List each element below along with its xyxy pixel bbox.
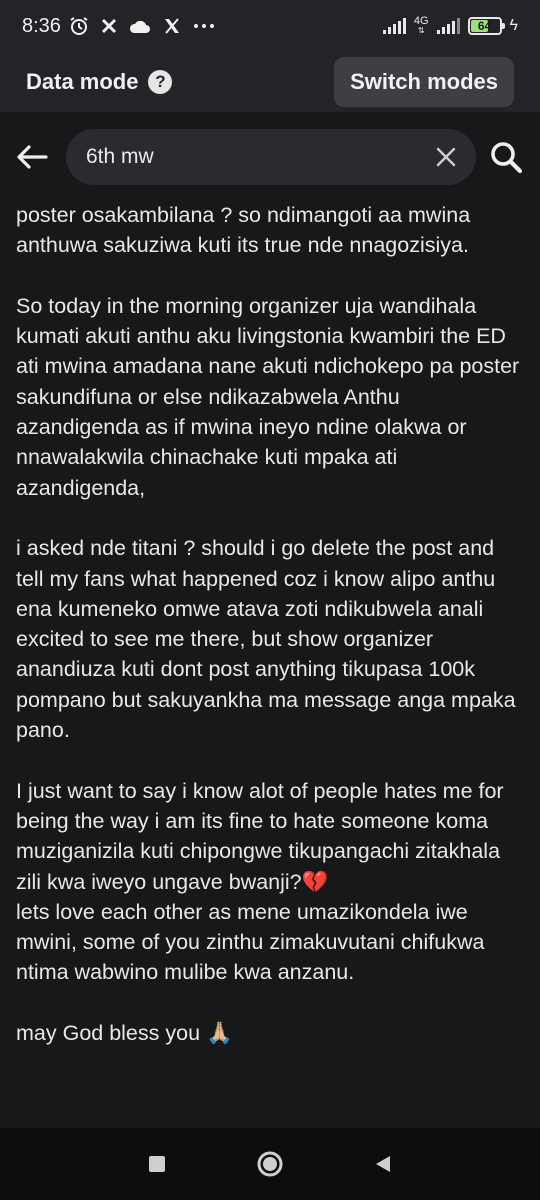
notification-icons <box>69 16 215 36</box>
search-icon[interactable] <box>484 135 528 179</box>
post-paragraph: So today in the morning organizer uja wa… <box>16 293 520 500</box>
system-status: 4G ⇅ 64 ϟ <box>382 15 518 36</box>
battery-icon: 64 <box>467 17 505 35</box>
search-header: 6th mw <box>0 112 540 202</box>
battery-level: 64 <box>477 19 492 33</box>
status-time: 8:36 <box>22 14 61 37</box>
network-type: 4G ⇅ <box>413 15 429 36</box>
post-paragraph: I just want to say i know alot of people… <box>16 778 504 985</box>
post-paragraph: poster osakambilana ? so ndimangoti aa m… <box>16 203 471 258</box>
signal-strength-icon-2 <box>436 18 460 34</box>
clear-icon[interactable] <box>432 143 460 171</box>
post-paragraph: i asked nde titani ? should i go delete … <box>16 536 516 743</box>
post-body: poster osakambilana ? so ndimangoti aa m… <box>0 200 540 1128</box>
more-dots-icon <box>193 24 214 28</box>
back-triangle-icon[interactable] <box>359 1140 407 1188</box>
search-input[interactable]: 6th mw <box>66 129 476 185</box>
system-navigation-bar <box>0 1128 540 1200</box>
data-mode-title: Data mode <box>26 69 139 94</box>
charging-icon: ϟ <box>509 17 518 34</box>
cloud-icon <box>129 20 150 33</box>
home-circle-icon[interactable] <box>246 1140 294 1188</box>
post-paragraph: may God bless you 🙏🏼 <box>16 1021 233 1046</box>
data-mode-bar: Data mode ? Switch modes <box>0 52 540 112</box>
switch-modes-button[interactable]: Switch modes <box>334 57 514 107</box>
network-label: 4G <box>413 15 429 27</box>
alarm-icon <box>70 17 88 35</box>
x-mark-icon <box>101 18 116 34</box>
search-query[interactable]: 6th mw <box>86 145 432 169</box>
recents-square-icon[interactable] <box>133 1140 181 1188</box>
signal-strength-icon <box>382 18 406 34</box>
status-bar: 8:36 4G ⇅ 64 ϟ <box>0 0 540 52</box>
back-arrow-icon[interactable] <box>12 137 52 177</box>
help-icon[interactable]: ? <box>148 70 173 94</box>
x-logo-icon <box>164 18 179 34</box>
